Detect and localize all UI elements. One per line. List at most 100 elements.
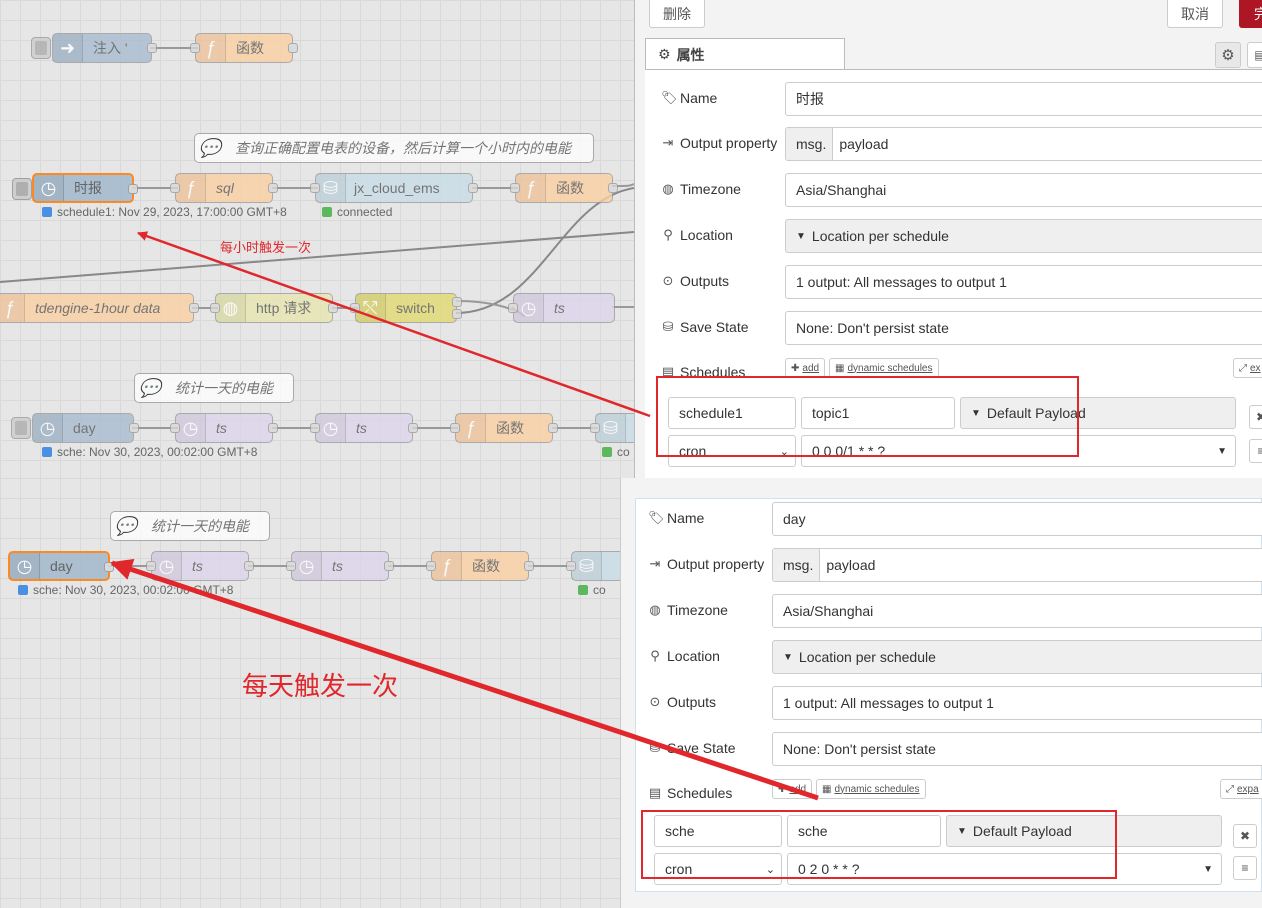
- schedule-menu-button[interactable]: ≡: [1233, 856, 1257, 880]
- add-schedule-button[interactable]: ✚ add: [772, 779, 813, 799]
- input-port[interactable]: [170, 183, 180, 193]
- output-port[interactable]: [328, 303, 338, 313]
- input-port[interactable]: [350, 303, 360, 313]
- input-port[interactable]: [146, 561, 156, 571]
- scheduler-node-day[interactable]: ◷ day: [8, 551, 114, 581]
- expand-button[interactable]: ⤢ ex: [1233, 358, 1262, 378]
- done-button[interactable]: 完: [1239, 0, 1262, 28]
- remove-schedule-button[interactable]: ✖: [1233, 824, 1257, 848]
- input-port[interactable]: [566, 561, 576, 571]
- output-port[interactable]: [408, 423, 418, 433]
- output-port[interactable]: [104, 562, 114, 572]
- output-port[interactable]: [608, 183, 618, 193]
- row-save-state: ⛁ Save State None: Don't persist state: [645, 311, 1262, 345]
- timestamp-node[interactable]: ◷ ts: [286, 551, 394, 581]
- field-label: ⊙ Outputs: [649, 694, 717, 710]
- save-state-select[interactable]: None: Don't persist state: [772, 732, 1262, 766]
- node-status: sche: Nov 30, 2023, 00:02:00 GMT+8: [18, 583, 233, 597]
- input-port[interactable]: [450, 423, 460, 433]
- output-port[interactable]: [268, 183, 278, 193]
- scheduler-node-day[interactable]: ◷ day: [11, 413, 139, 443]
- input-port[interactable]: [426, 561, 436, 571]
- timestamp-node[interactable]: ◷ ts: [170, 413, 278, 443]
- function-node-tdengine[interactable]: ƒ tdengine-1hour data: [0, 293, 199, 323]
- output-port[interactable]: [524, 561, 534, 571]
- field-label: 🏷 Name: [648, 510, 705, 526]
- database-node[interactable]: ⛁ jx_cloud_ems: [310, 173, 478, 203]
- flow-canvas-top[interactable]: ➜ 注入 ' ƒ 函数 💬 查询正确配置电表的设备，然后计算一个小时内的电能 ◷…: [0, 0, 634, 478]
- outputs-select[interactable]: 1 output: All messages to output 1: [772, 686, 1262, 720]
- delete-button[interactable]: 删除: [649, 0, 705, 28]
- outputs-select[interactable]: 1 output: All messages to output 1: [785, 265, 1262, 299]
- timezone-input[interactable]: Asia/Shanghai: [785, 173, 1262, 207]
- inject-trigger-button[interactable]: [12, 178, 32, 200]
- location-select[interactable]: ▼ Location per schedule: [772, 640, 1262, 674]
- settings-gear-button[interactable]: ⚙: [1215, 42, 1241, 68]
- node-label: 统计一天的电能: [175, 380, 273, 396]
- output-port[interactable]: [548, 423, 558, 433]
- database-node[interactable]: ⛁: [566, 551, 620, 581]
- name-input[interactable]: 时报: [785, 82, 1262, 116]
- database-node[interactable]: ⛁: [590, 413, 634, 443]
- input-port[interactable]: [310, 423, 320, 433]
- wire-curves: [0, 183, 634, 317]
- input-port[interactable]: [286, 561, 296, 571]
- output-port[interactable]: [244, 561, 254, 571]
- inject-trigger-button[interactable]: [11, 417, 31, 439]
- schedule-menu-button[interactable]: ≡: [1249, 439, 1262, 463]
- tab-properties[interactable]: ⚙ 属性: [645, 38, 845, 70]
- inject-node[interactable]: ➜ 注入 ': [31, 33, 157, 63]
- comment-node[interactable]: 💬 统计一天的电能: [134, 373, 294, 403]
- function-node-sql[interactable]: ƒ sql: [170, 173, 278, 203]
- timestamp-node[interactable]: ◷ ts: [146, 551, 254, 581]
- input-port[interactable]: [510, 183, 520, 193]
- output-port[interactable]: [288, 43, 298, 53]
- field-label: ◍ Timezone: [649, 602, 728, 618]
- output-property-input[interactable]: msg. payload: [772, 548, 1262, 582]
- dynamic-schedules-button[interactable]: ▦ dynamic schedules: [816, 779, 926, 799]
- location-select[interactable]: ▼ Location per schedule: [785, 219, 1262, 253]
- description-button[interactable]: ▤: [1247, 42, 1262, 68]
- inject-trigger-button[interactable]: [31, 37, 51, 59]
- function-node[interactable]: ƒ 函数: [510, 173, 618, 203]
- function-node[interactable]: ƒ 函数: [450, 413, 558, 443]
- timestamp-node[interactable]: ◷ ts: [508, 293, 615, 323]
- output-port[interactable]: [452, 297, 462, 307]
- timezone-input[interactable]: Asia/Shanghai: [772, 594, 1262, 628]
- timestamp-node[interactable]: ◷ ts: [310, 413, 418, 443]
- output-port[interactable]: [129, 423, 139, 433]
- function-node[interactable]: ƒ 函数: [426, 551, 534, 581]
- output-port[interactable]: [189, 303, 199, 313]
- input-port[interactable]: [210, 303, 220, 313]
- output-port[interactable]: [128, 184, 138, 194]
- output-port[interactable]: [468, 183, 478, 193]
- input-port[interactable]: [508, 303, 518, 313]
- output-port[interactable]: [268, 423, 278, 433]
- input-port[interactable]: [310, 183, 320, 193]
- add-schedule-button[interactable]: ✚ add: [785, 358, 826, 378]
- output-port[interactable]: [147, 43, 157, 53]
- save-state-select[interactable]: None: Don't persist state: [785, 311, 1262, 345]
- name-input[interactable]: day: [772, 502, 1262, 536]
- comment-node[interactable]: 💬 查询正确配置电表的设备，然后计算一个小时内的电能: [194, 133, 594, 163]
- output-property-input[interactable]: msg. payload: [785, 127, 1262, 161]
- input-port[interactable]: [590, 423, 600, 433]
- expand-button[interactable]: ⤢ expa: [1220, 779, 1262, 799]
- output-port[interactable]: [384, 561, 394, 571]
- output-port[interactable]: [452, 309, 462, 319]
- node-label: ts: [192, 558, 203, 574]
- flow-canvas-bottom[interactable]: 💬 统计一天的电能 ◷ day sche: Nov 30, 2023, 00:0…: [0, 478, 620, 908]
- input-port[interactable]: [190, 43, 200, 53]
- remove-schedule-button[interactable]: ✖: [1249, 405, 1262, 429]
- node-label: 时报: [74, 180, 102, 196]
- cancel-button[interactable]: 取消: [1167, 0, 1223, 28]
- node-label: sql: [216, 180, 234, 196]
- switch-node[interactable]: ⤲ switch: [350, 293, 462, 323]
- input-port[interactable]: [170, 423, 180, 433]
- comment-node[interactable]: 💬 统计一天的电能: [110, 511, 270, 541]
- function-node[interactable]: ƒ 函数: [190, 33, 298, 63]
- http-request-node[interactable]: ◍ http 请求: [210, 293, 338, 323]
- dynamic-schedules-button[interactable]: ▦ dynamic schedules: [829, 358, 939, 378]
- scheduler-node-shibao[interactable]: ◷ 时报: [12, 173, 138, 203]
- row-location: ⚲ Location ▼ Location per schedule: [645, 219, 1262, 253]
